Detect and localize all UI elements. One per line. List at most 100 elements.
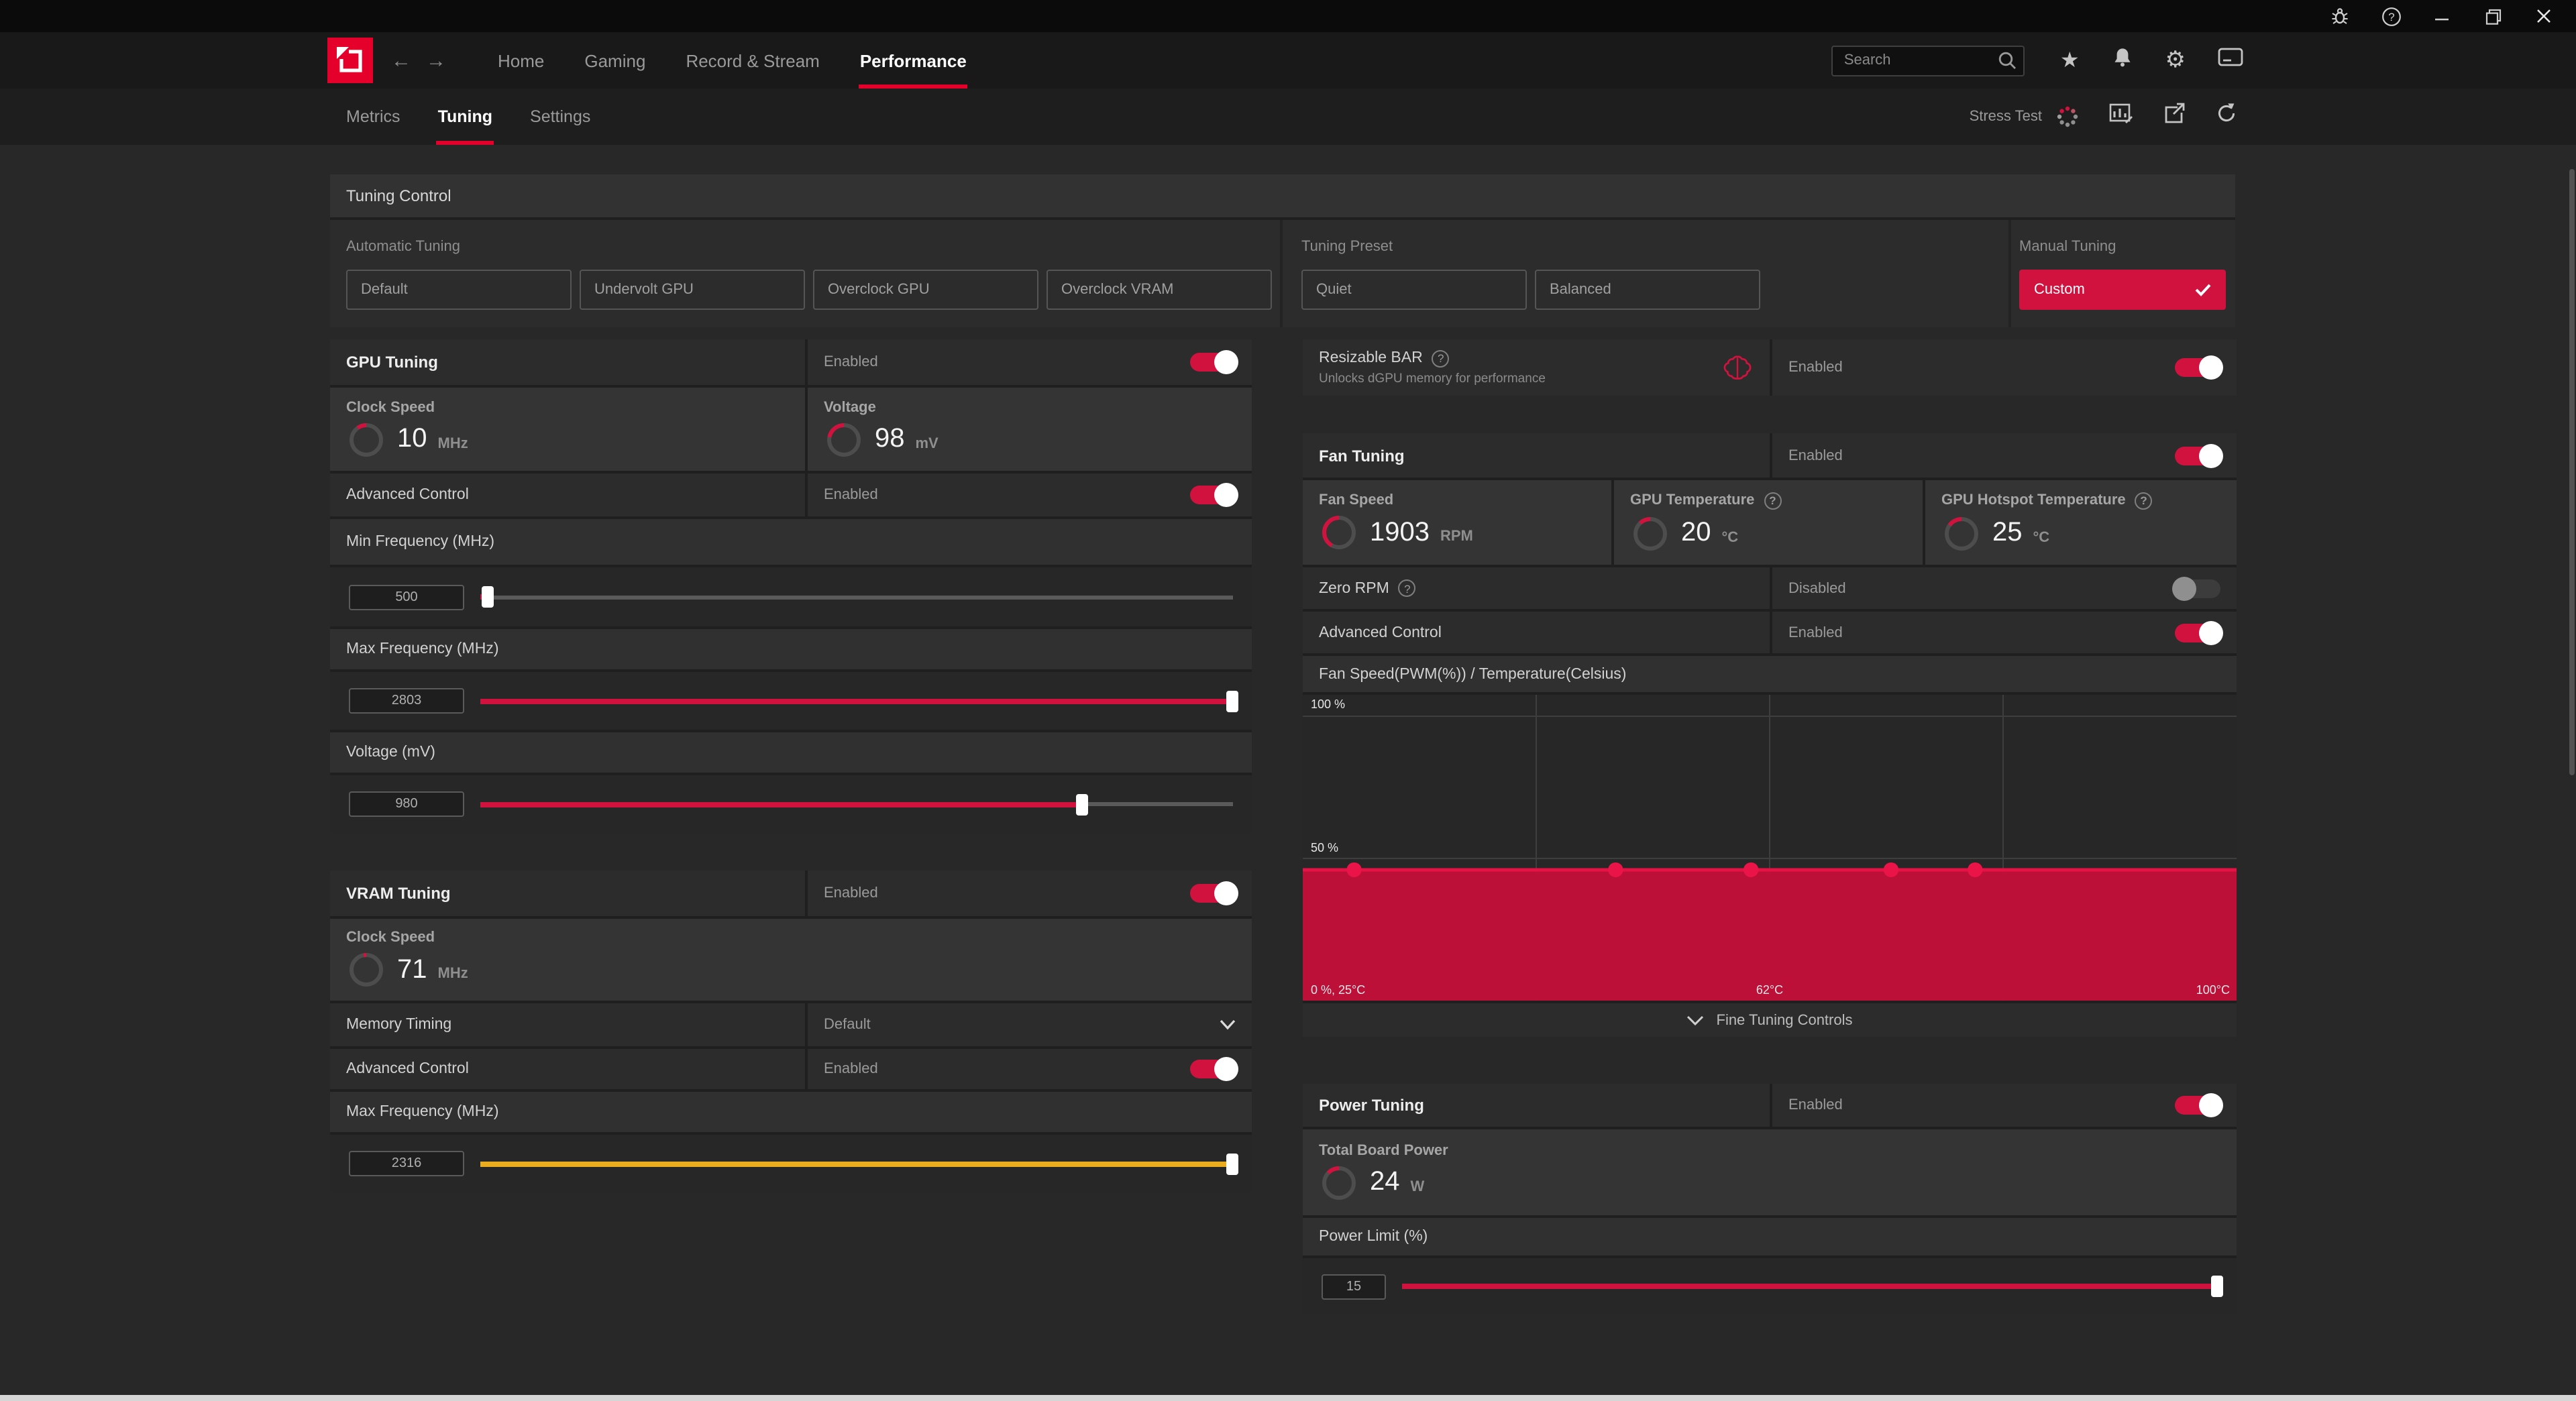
vram-clock-value: 71 — [397, 954, 427, 985]
preset-quiet-button[interactable]: Quiet — [1301, 270, 1527, 310]
favorites-star-icon[interactable] — [2060, 47, 2080, 74]
voltage-slider-handle[interactable] — [1076, 793, 1088, 815]
stress-test-control[interactable]: Stress Test — [1970, 105, 2080, 129]
max-frequency-slider-handle[interactable] — [1226, 690, 1238, 712]
board-power-label: Total Board Power — [1319, 1142, 1448, 1158]
svg-text:?: ? — [2387, 10, 2394, 23]
fan-curve-area — [1303, 870, 2237, 1001]
close-icon[interactable] — [2533, 5, 2555, 27]
tab-metrics[interactable]: Metrics — [338, 89, 419, 145]
fan-tuning-title: Fan Tuning — [1319, 446, 1405, 465]
zero-rpm-help-icon[interactable] — [1399, 579, 1416, 597]
vram-max-frequency-input[interactable] — [349, 1151, 464, 1176]
minimize-icon[interactable] — [2431, 5, 2453, 27]
fan-curve-point[interactable] — [1743, 862, 1758, 877]
fine-tuning-controls-label: Fine Tuning Controls — [1717, 1012, 1853, 1028]
metrics-chart-icon[interactable] — [2109, 103, 2133, 131]
vram-advanced-state-label: Enabled — [824, 1061, 878, 1077]
resizable-bar-state-label: Enabled — [1788, 359, 1843, 376]
fan-curve-chart-title: Fan Speed(PWM(%)) / Temperature(Celsius) — [1319, 666, 1626, 682]
auto-overclock-vram-button[interactable]: Overclock VRAM — [1046, 270, 1272, 310]
hotspot-temp-help-icon[interactable] — [2135, 492, 2153, 509]
chart-x-label-mid: 62°C — [1756, 983, 1783, 997]
search-input[interactable] — [1832, 45, 2025, 76]
settings-gear-icon[interactable] — [2165, 47, 2186, 74]
fan-curve-point[interactable] — [1346, 862, 1361, 877]
gpu-clock-unit: MHz — [438, 427, 468, 451]
fan-tuning-card: Fan Tuning Enabled Fan Speed 1903 RPM GP… — [1303, 433, 2237, 1037]
nav-items: Home Gaming Record & Stream Performance — [478, 32, 987, 89]
memory-timing-dropdown[interactable]: Default — [808, 1003, 1252, 1046]
nav-performance[interactable]: Performance — [840, 32, 987, 89]
vram-tuning-state-label: Enabled — [824, 885, 878, 901]
forward-button[interactable] — [419, 32, 453, 89]
back-button[interactable] — [384, 32, 419, 89]
max-frequency-label: Max Frequency (MHz) — [346, 641, 499, 657]
min-frequency-slider[interactable] — [480, 585, 1233, 609]
power-tuning-state-label: Enabled — [1788, 1097, 1843, 1113]
vram-tuning-card: VRAM Tuning Enabled Clock Speed 71 MHz M… — [330, 871, 1252, 1192]
restore-icon[interactable] — [2482, 5, 2504, 27]
bug-report-icon[interactable] — [2329, 5, 2351, 27]
share-icon[interactable] — [2163, 102, 2186, 131]
manual-custom-button[interactable]: Custom — [2019, 270, 2226, 310]
chart-x-label-right: 100°C — [2196, 983, 2230, 997]
auto-default-button[interactable]: Default — [346, 270, 572, 310]
nav-home[interactable]: Home — [478, 32, 564, 89]
subnav-tabs: Metrics Tuning Settings — [338, 89, 609, 145]
custom-button-label: Custom — [2034, 282, 2085, 298]
power-tuning-toggle[interactable] — [2175, 1096, 2220, 1115]
max-frequency-input[interactable] — [349, 688, 464, 714]
max-frequency-slider[interactable] — [480, 689, 1233, 713]
voltage-slider[interactable] — [480, 792, 1233, 816]
nav-record-stream[interactable]: Record & Stream — [665, 32, 839, 89]
min-frequency-slider-handle[interactable] — [481, 586, 493, 608]
stress-test-label: Stress Test — [1970, 109, 2042, 125]
vram-max-frequency-slider-handle[interactable] — [1226, 1153, 1238, 1174]
auto-overclock-gpu-button[interactable]: Overclock GPU — [813, 270, 1038, 310]
fan-curve-point[interactable] — [1608, 862, 1623, 877]
vram-max-frequency-slider[interactable] — [480, 1152, 1233, 1176]
brain-icon — [1721, 354, 1754, 381]
help-icon[interactable]: ? — [2380, 5, 2402, 27]
scrollbar-thumb[interactable] — [2569, 169, 2575, 775]
gpu-temp-help-icon[interactable] — [1764, 492, 1781, 509]
amd-logo[interactable] — [327, 38, 373, 83]
gpu-voltage-gauge — [824, 419, 864, 459]
power-limit-label: Power Limit (%) — [1319, 1229, 1428, 1245]
gpu-tuning-toggle[interactable] — [1190, 353, 1236, 372]
resizable-bar-help-icon[interactable] — [1432, 349, 1450, 367]
power-limit-slider-handle[interactable] — [2211, 1276, 2223, 1297]
tab-settings[interactable]: Settings — [511, 89, 609, 145]
board-power-gauge — [1319, 1162, 1359, 1202]
vram-clock-label: Clock Speed — [346, 930, 435, 946]
min-frequency-input[interactable] — [349, 584, 464, 610]
resizable-bar-toggle[interactable] — [2175, 358, 2220, 377]
vram-advanced-control-toggle[interactable] — [1190, 1060, 1236, 1078]
auto-undervolt-gpu-button[interactable]: Undervolt GPU — [580, 270, 805, 310]
power-limit-slider[interactable] — [1402, 1274, 2218, 1298]
vram-tuning-title: VRAM Tuning — [346, 884, 451, 903]
power-limit-input[interactable] — [1322, 1274, 1386, 1299]
reset-icon[interactable] — [2215, 102, 2238, 131]
nav-gaming[interactable]: Gaming — [564, 32, 665, 89]
fan-curve-point[interactable] — [1884, 862, 1898, 877]
chart-y-label-50: 50 % — [1311, 841, 1338, 854]
fan-curve-chart[interactable]: 100 % 50 % 0 %, 25°C 62°C 100°C — [1303, 695, 2237, 1001]
preset-balanced-button[interactable]: Balanced — [1535, 270, 1760, 310]
gpu-advanced-control-label: Advanced Control — [346, 487, 469, 503]
bell-icon[interactable] — [2112, 46, 2133, 75]
memory-timing-value: Default — [824, 1017, 871, 1033]
voltage-input[interactable] — [349, 791, 464, 817]
tuning-preset-group: Tuning Preset Quiet Balanced — [1301, 233, 1760, 310]
fan-curve-point[interactable] — [1968, 862, 1982, 877]
zero-rpm-toggle[interactable] — [2175, 579, 2220, 598]
fine-tuning-controls-expander[interactable]: Fine Tuning Controls — [1303, 1003, 2237, 1037]
gpu-temp-value: 20 — [1681, 518, 1711, 549]
card-icon[interactable] — [2218, 47, 2243, 74]
fan-tuning-toggle[interactable] — [2175, 446, 2220, 465]
gpu-advanced-control-toggle[interactable] — [1190, 486, 1236, 504]
fan-advanced-control-toggle[interactable] — [2175, 623, 2220, 642]
vram-tuning-toggle[interactable] — [1190, 884, 1236, 903]
tab-tuning[interactable]: Tuning — [419, 89, 511, 145]
